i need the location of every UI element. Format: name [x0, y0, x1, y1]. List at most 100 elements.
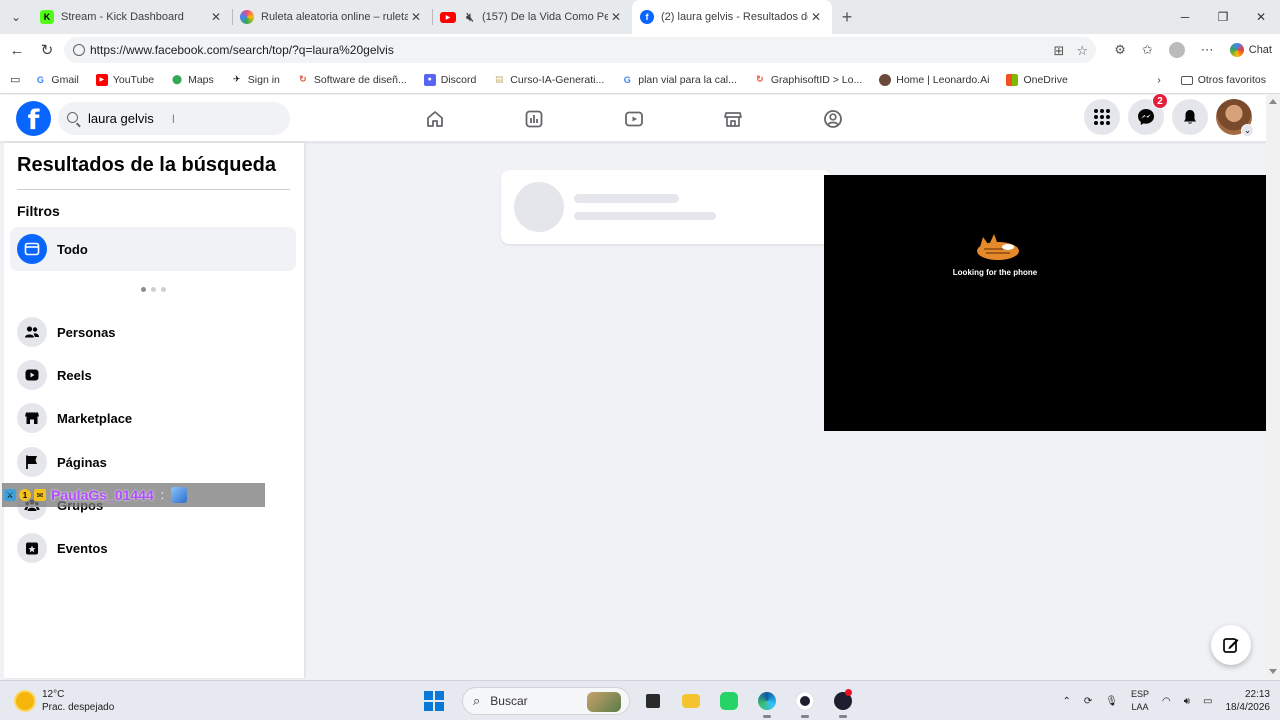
edge-button[interactable]: [752, 686, 782, 718]
restore-icon[interactable]: ❐: [1204, 0, 1242, 34]
site-info-icon[interactable]: [73, 44, 85, 56]
bookmark-star-icon[interactable]: ☆: [1076, 43, 1088, 59]
sync-icon[interactable]: ⟳: [1084, 696, 1092, 707]
minimize-icon[interactable]: ─: [1166, 0, 1204, 34]
url-field[interactable]: https://www.facebook.com/search/top/?q=l…: [64, 37, 1096, 63]
bookmark-leonardo[interactable]: Home | Leonardo.Ai: [879, 73, 989, 86]
bookmark-maps[interactable]: ⬤ Maps: [171, 74, 214, 86]
scroll-up-icon[interactable]: [1269, 99, 1277, 104]
page-scrollbar[interactable]: [1266, 95, 1280, 678]
loading-dots: [141, 287, 166, 292]
nav-marketplace[interactable]: [708, 95, 758, 142]
bookmark-software[interactable]: ↻ Software de diseñ...: [297, 74, 407, 86]
nav-profile[interactable]: [808, 95, 858, 142]
profile-circle-icon: [824, 109, 842, 128]
file-explorer-button[interactable]: [676, 686, 706, 716]
discord-icon: ●: [423, 73, 436, 86]
copilot-icon: [1229, 43, 1244, 57]
filter-personas[interactable]: Personas: [10, 310, 296, 354]
other-favorites-folder[interactable]: Otros favoritos: [1180, 74, 1266, 86]
whatsapp-icon: [720, 692, 738, 710]
google-icon: G: [36, 74, 44, 85]
chat-button[interactable]: Chat: [1229, 43, 1272, 57]
close-tab-icon[interactable]: ✕: [208, 10, 224, 24]
close-tab-icon[interactable]: ✕: [608, 10, 624, 24]
reload-icon[interactable]: ↻: [32, 35, 62, 65]
home-icon: [427, 110, 443, 127]
back-icon[interactable]: ←: [2, 35, 32, 65]
messenger-button[interactable]: 2: [1128, 93, 1168, 135]
tab-actions-icon[interactable]: ▭: [10, 73, 20, 86]
new-tab-button[interactable]: +: [832, 7, 862, 28]
facebook-icon: f: [640, 10, 654, 24]
microsoft-icon: [1006, 73, 1019, 86]
chevron-up-icon[interactable]: ⌃: [1063, 696, 1071, 707]
favorites-icon[interactable]: ✩: [1142, 42, 1153, 58]
bookmarks-overflow-icon[interactable]: ›: [1157, 74, 1161, 86]
clock[interactable]: 22:13 18/4/2026: [1226, 688, 1271, 714]
windows-start-icon[interactable]: [424, 691, 444, 711]
account-avatar[interactable]: ⌄: [1216, 99, 1254, 137]
extensions-icon[interactable]: ⚙: [1114, 42, 1126, 58]
youtube-icon: ▶: [95, 73, 108, 86]
weather-widget[interactable]: 12°C Prac. despejado: [16, 688, 114, 714]
close-tab-icon[interactable]: ✕: [408, 10, 424, 24]
volume-icon[interactable]: 🔊︎: [1184, 696, 1190, 707]
profile-icon[interactable]: [1168, 42, 1185, 58]
kick-icon: K: [40, 10, 54, 24]
bookmark-youtube[interactable]: ▶ YouTube: [95, 73, 154, 86]
stream-video-overlay: Looking for the phone: [824, 175, 1280, 431]
bookmark-plan-vial[interactable]: Gplan vial para la cal...: [621, 74, 737, 86]
muted-speaker-icon[interactable]: 🔇︎: [463, 10, 477, 24]
filter-reels[interactable]: Reels: [10, 353, 296, 397]
bookmark-sign-in[interactable]: ✈ Sign in: [231, 74, 280, 86]
bookmark-discord[interactable]: ● Discord: [423, 73, 476, 86]
scroll-down-icon[interactable]: [1269, 669, 1277, 674]
wifi-icon[interactable]: ◠: [1162, 696, 1171, 707]
bookmark-curso[interactable]: ▤ Curso-IA-Generati...: [493, 74, 604, 86]
graphisoft-icon: ↻: [299, 74, 307, 84]
close-tab-icon[interactable]: ✕: [808, 10, 824, 24]
notifications-button[interactable]: [1172, 99, 1208, 135]
task-view-icon: [646, 694, 660, 708]
facebook-header: f laura gelvis I 2 ⌄: [0, 93, 1266, 142]
flag-icon: [17, 447, 47, 477]
filters-heading: Filtros: [17, 203, 60, 219]
bell-icon: [1184, 110, 1196, 124]
browser-tab[interactable]: K Stream - Kick Dashboard ✕: [32, 0, 232, 34]
nav-home[interactable]: [410, 95, 460, 142]
browser-tab[interactable]: ▶ 🔇︎ (157) De la Vida Como Pelicul ✕: [432, 0, 632, 34]
browser-tab-active[interactable]: f (2) laura gelvis - Resultados de bú ✕: [632, 0, 832, 34]
input-language[interactable]: ESP LAA: [1131, 688, 1149, 714]
filter-paginas[interactable]: Páginas: [10, 440, 296, 484]
filter-marketplace[interactable]: Marketplace: [10, 396, 296, 440]
bookmark-graphisoftid[interactable]: ↻ GraphisoftID > Lo...: [754, 74, 862, 86]
nav-dashboard[interactable]: [509, 95, 559, 142]
obs-button[interactable]: [790, 686, 820, 718]
close-window-icon[interactable]: ✕: [1242, 0, 1280, 34]
emote-icon: [171, 487, 188, 503]
nav-video[interactable]: [609, 95, 659, 142]
new-message-button[interactable]: [1211, 625, 1251, 665]
apps-install-icon[interactable]: ⊞: [1053, 43, 1064, 59]
facebook-search-input[interactable]: laura gelvis I: [58, 102, 290, 135]
battery-icon[interactable]: ▭: [1203, 696, 1212, 707]
notification-dot: [845, 689, 852, 696]
tab-search-chevron-icon[interactable]: ⌄: [0, 0, 32, 34]
facebook-logo[interactable]: f: [16, 101, 51, 136]
filter-todo[interactable]: Todo: [10, 227, 296, 271]
microphone-icon[interactable]: 🎙︎: [1105, 696, 1118, 707]
bookmark-gmail[interactable]: G Gmail: [34, 74, 79, 86]
menu-grid-button[interactable]: [1084, 99, 1120, 135]
whatsapp-button[interactable]: [714, 686, 744, 716]
browser-tab[interactable]: Ruleta aleatoria online – ruleta de ✕: [232, 0, 432, 34]
bookmarks-bar: ▭ G Gmail ▶ YouTube ⬤ Maps ✈ Sign in ↻ Softwa…: [0, 66, 1280, 94]
temperature: 12°C: [42, 689, 65, 700]
app-button[interactable]: [828, 686, 858, 718]
bookmark-onedrive[interactable]: OneDrive: [1006, 73, 1068, 86]
wheel-icon: [240, 10, 254, 24]
filter-eventos[interactable]: Eventos: [10, 526, 296, 570]
task-view-button[interactable]: [638, 686, 668, 716]
more-menu-icon[interactable]: ⋯: [1201, 42, 1214, 58]
taskbar-search[interactable]: ⌕ Buscar: [462, 687, 630, 715]
